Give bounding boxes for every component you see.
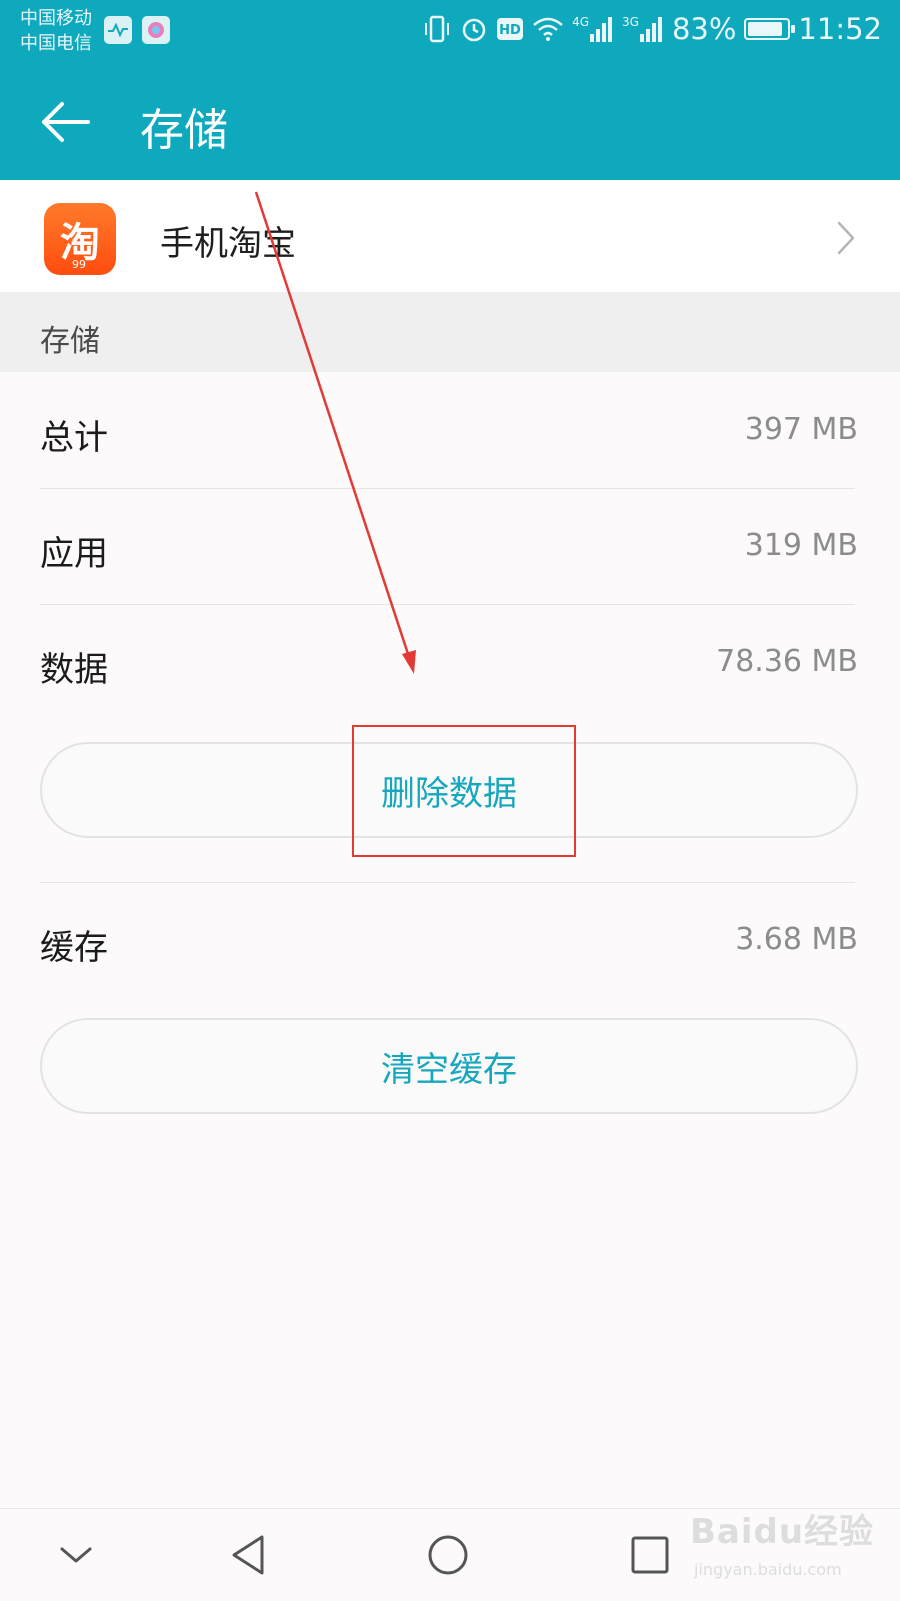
pulse-app-icon bbox=[104, 16, 132, 44]
watermark-url: jingyan.baidu.com bbox=[694, 1560, 842, 1579]
taobao-app-icon: 淘 99 bbox=[44, 203, 116, 275]
chevron-down-icon[interactable] bbox=[48, 1527, 104, 1583]
page-title: 存储 bbox=[140, 105, 228, 156]
home-circle-icon[interactable] bbox=[420, 1527, 476, 1583]
vibrate-icon bbox=[425, 15, 450, 43]
total-label: 总计 bbox=[40, 418, 108, 458]
app-icon-badge: 99 bbox=[72, 258, 86, 271]
alarm-icon bbox=[462, 18, 486, 42]
watermark-text: Baidu经验 bbox=[690, 1512, 875, 1552]
app-bar: 存储 bbox=[0, 62, 900, 180]
total-value: 397 MB bbox=[744, 412, 858, 447]
battery-percent: 83% bbox=[671, 12, 737, 46]
network-type-2: 3G bbox=[622, 15, 639, 29]
app-label: 应用 bbox=[40, 534, 108, 574]
section-header-label: 存储 bbox=[40, 324, 100, 359]
signal-2: 3G bbox=[622, 16, 664, 42]
arrow-left-icon bbox=[42, 102, 90, 142]
app-name: 手机淘宝 bbox=[160, 224, 296, 264]
storage-row-app: 应用 319 MB bbox=[0, 488, 900, 604]
signal-icon bbox=[639, 17, 662, 42]
signal-1: 4G bbox=[572, 16, 614, 42]
back-triangle-icon[interactable] bbox=[222, 1527, 278, 1583]
network-type-1: 4G bbox=[572, 15, 590, 29]
app-value: 319 MB bbox=[744, 528, 858, 563]
clear-cache-button[interactable]: 清空缓存 bbox=[40, 1018, 858, 1114]
wifi-icon bbox=[533, 17, 563, 41]
back-button[interactable] bbox=[36, 92, 96, 152]
cache-value: 3.68 MB bbox=[735, 922, 858, 957]
color-app-icon bbox=[142, 16, 170, 44]
data-value: 78.36 MB bbox=[716, 644, 858, 679]
notification-icons bbox=[104, 16, 170, 44]
cache-label: 缓存 bbox=[40, 928, 108, 968]
storage-row-cache: 缓存 3.68 MB bbox=[0, 882, 900, 998]
section-header: 存储 bbox=[0, 292, 900, 372]
status-icons: HD 4G 3G 83% 11:52 bbox=[422, 12, 882, 46]
carrier-1: 中国移动 bbox=[20, 8, 92, 29]
baidu-watermark: Baidu经验 jingyan.baidu.com bbox=[690, 1504, 890, 1594]
storage-row-total: 总计 397 MB bbox=[0, 372, 900, 488]
status-bar: 中国移动 中国电信 HD 4G 3G 83% 11:52 bbox=[0, 0, 900, 62]
hd-icon: HD bbox=[497, 18, 524, 40]
svg-text:HD: HD bbox=[499, 23, 521, 38]
annotation-highlight-box bbox=[352, 725, 576, 857]
battery-icon bbox=[744, 18, 796, 40]
carrier-2: 中国电信 bbox=[20, 33, 92, 54]
signal-icon bbox=[590, 17, 613, 42]
chevron-right-icon bbox=[837, 221, 855, 255]
storage-row-data: 数据 78.36 MB bbox=[0, 604, 900, 720]
carrier-info: 中国移动 中国电信 bbox=[20, 6, 92, 56]
data-label: 数据 bbox=[40, 650, 108, 690]
recents-square-icon[interactable] bbox=[622, 1527, 678, 1583]
battery-level bbox=[748, 22, 783, 36]
app-info-row[interactable]: 淘 99 手机淘宝 bbox=[0, 180, 900, 292]
clock: 11:52 bbox=[798, 12, 882, 46]
